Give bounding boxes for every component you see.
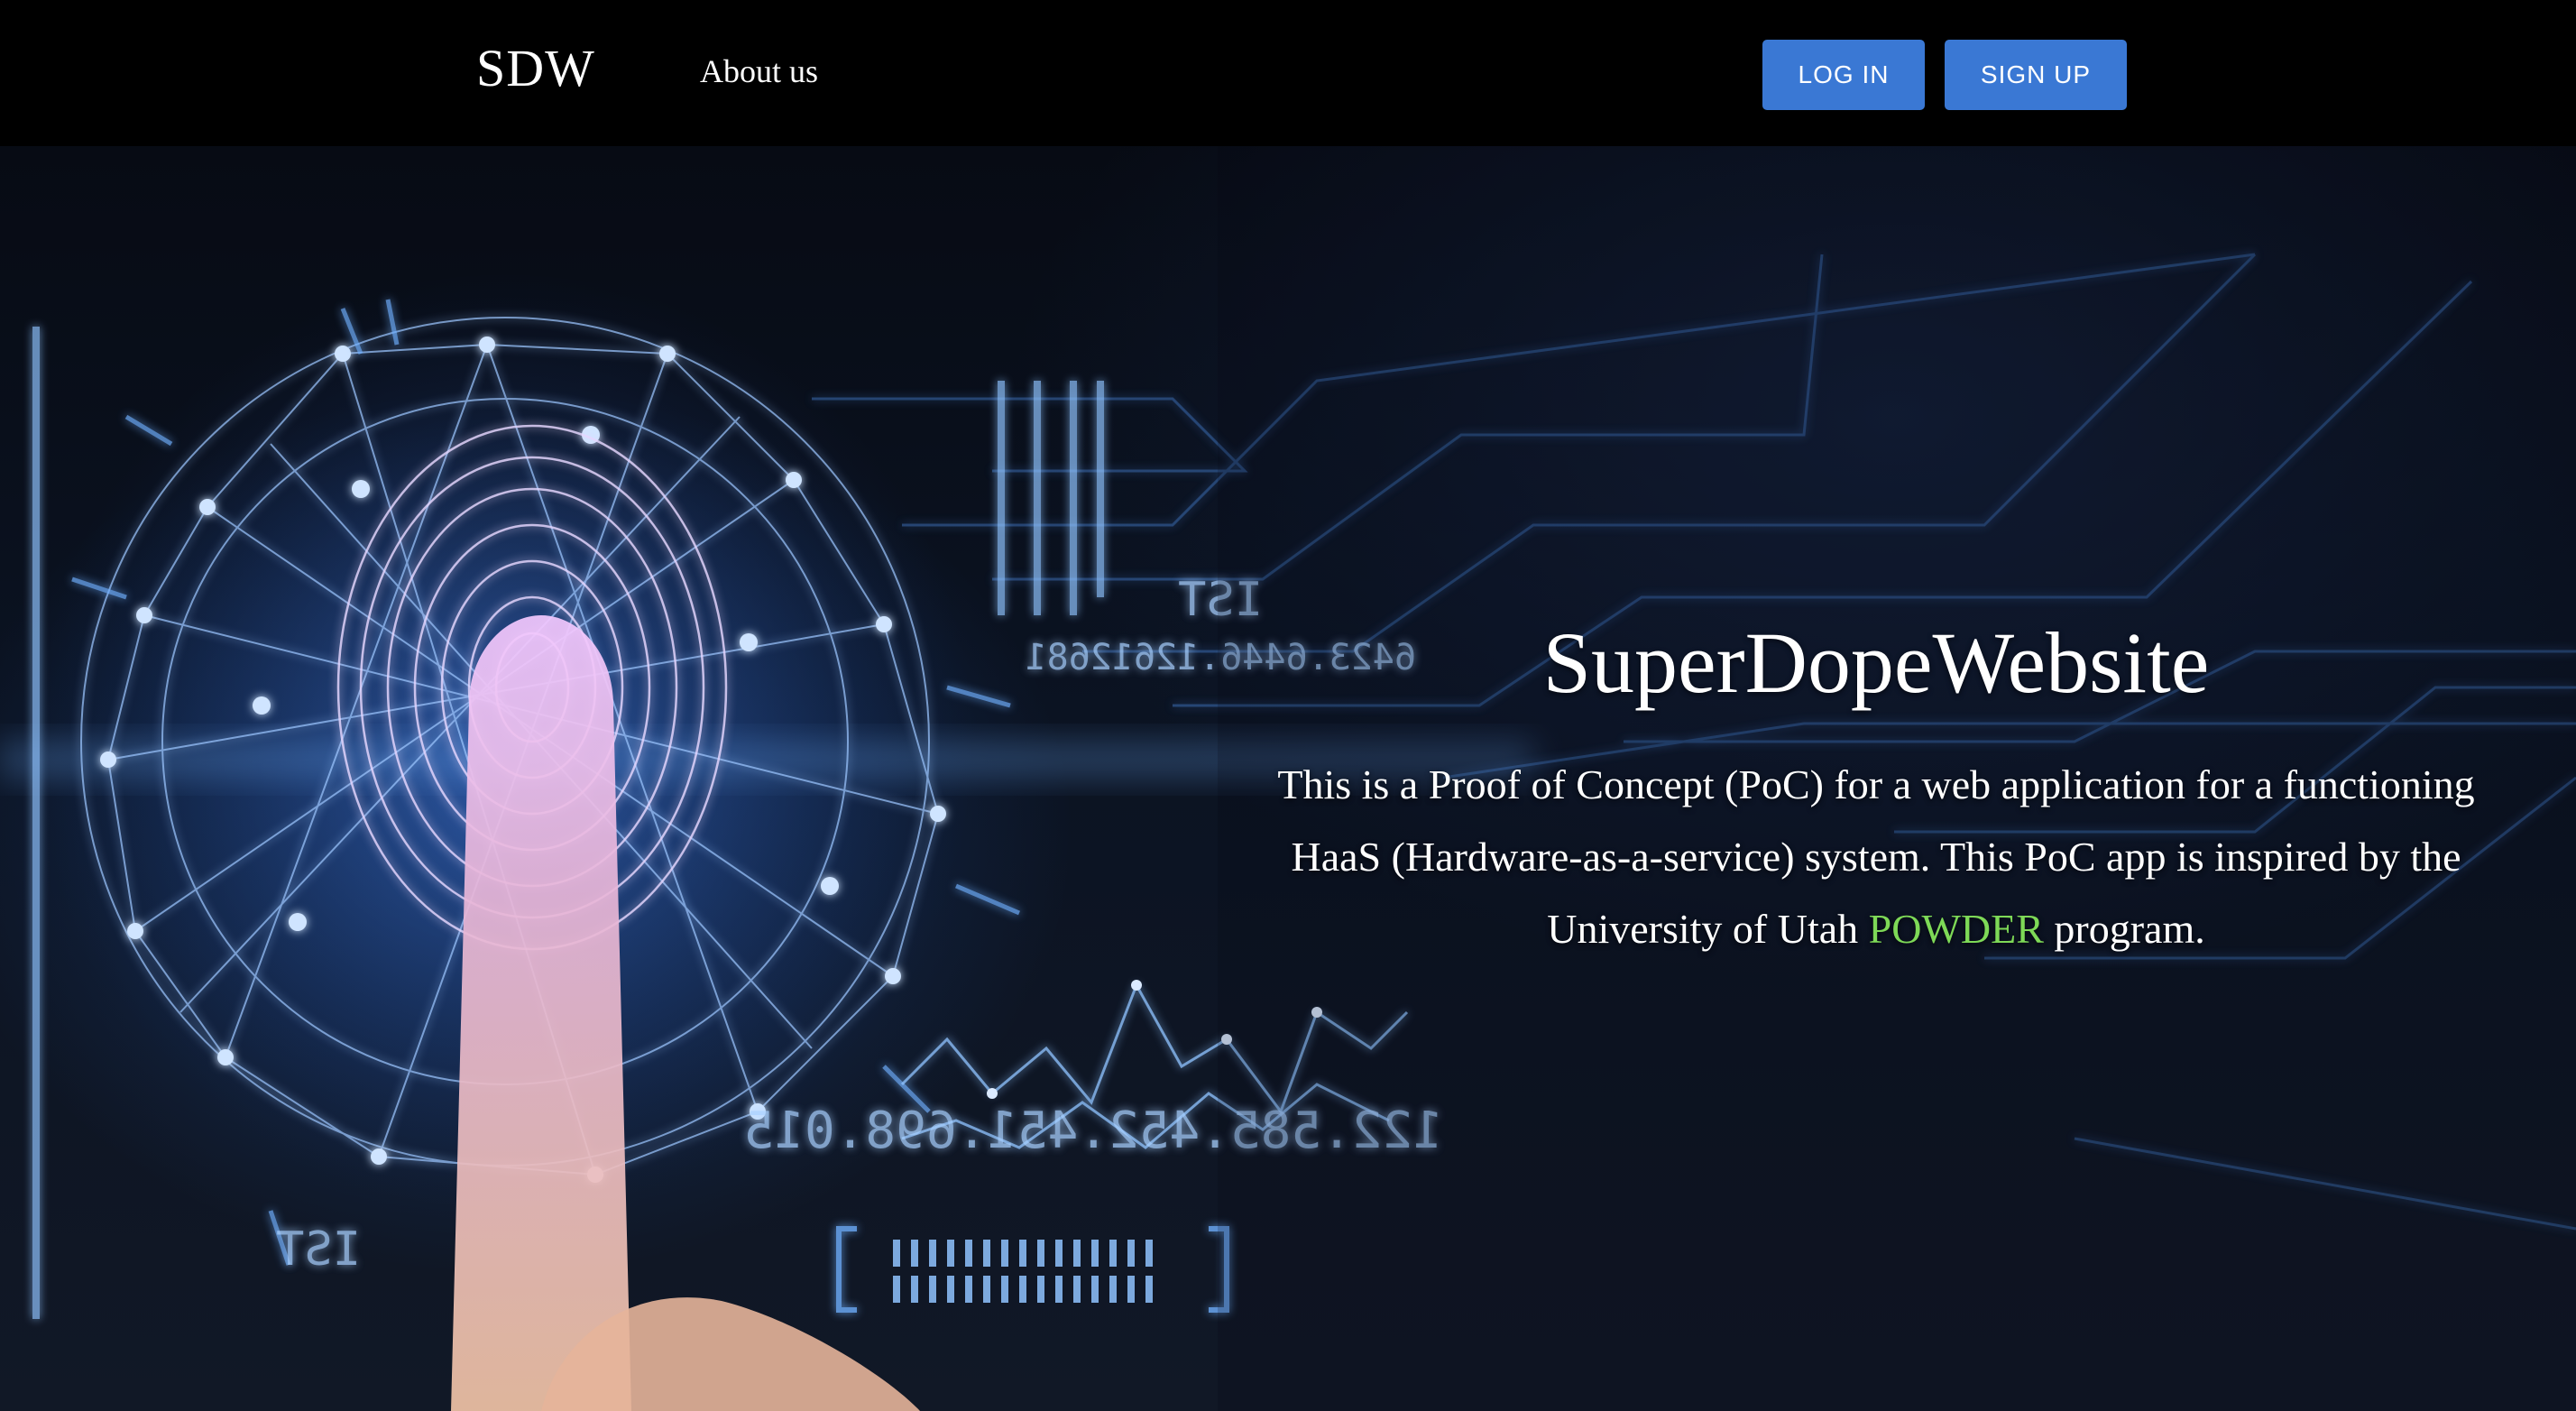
hero-section: 122.585.452.451.698.015 6423.6446.126126… bbox=[0, 146, 2576, 1411]
brand-logo[interactable]: SDW bbox=[476, 38, 595, 98]
navbar: SDW About us LOG IN SIGN UP bbox=[0, 0, 2576, 146]
hero-description: This is a Proof of Concept (PoC) for a w… bbox=[1263, 749, 2489, 965]
powder-link[interactable]: POWDER bbox=[1869, 906, 2044, 952]
page: SDW About us LOG IN SIGN UP 122.585.452.… bbox=[0, 0, 2576, 1411]
login-button[interactable]: LOG IN bbox=[1762, 40, 1925, 110]
hero-title: SuperDopeWebsite bbox=[1542, 614, 2210, 711]
signup-button[interactable]: SIGN UP bbox=[1945, 40, 2127, 110]
nav-about-us[interactable]: About us bbox=[700, 52, 818, 90]
hero-description-end: program. bbox=[2043, 905, 2205, 952]
hero-content: SuperDopeWebsite This is a Proof of Conc… bbox=[1263, 615, 2489, 965]
background-label-2: IST bbox=[276, 1222, 361, 1277]
